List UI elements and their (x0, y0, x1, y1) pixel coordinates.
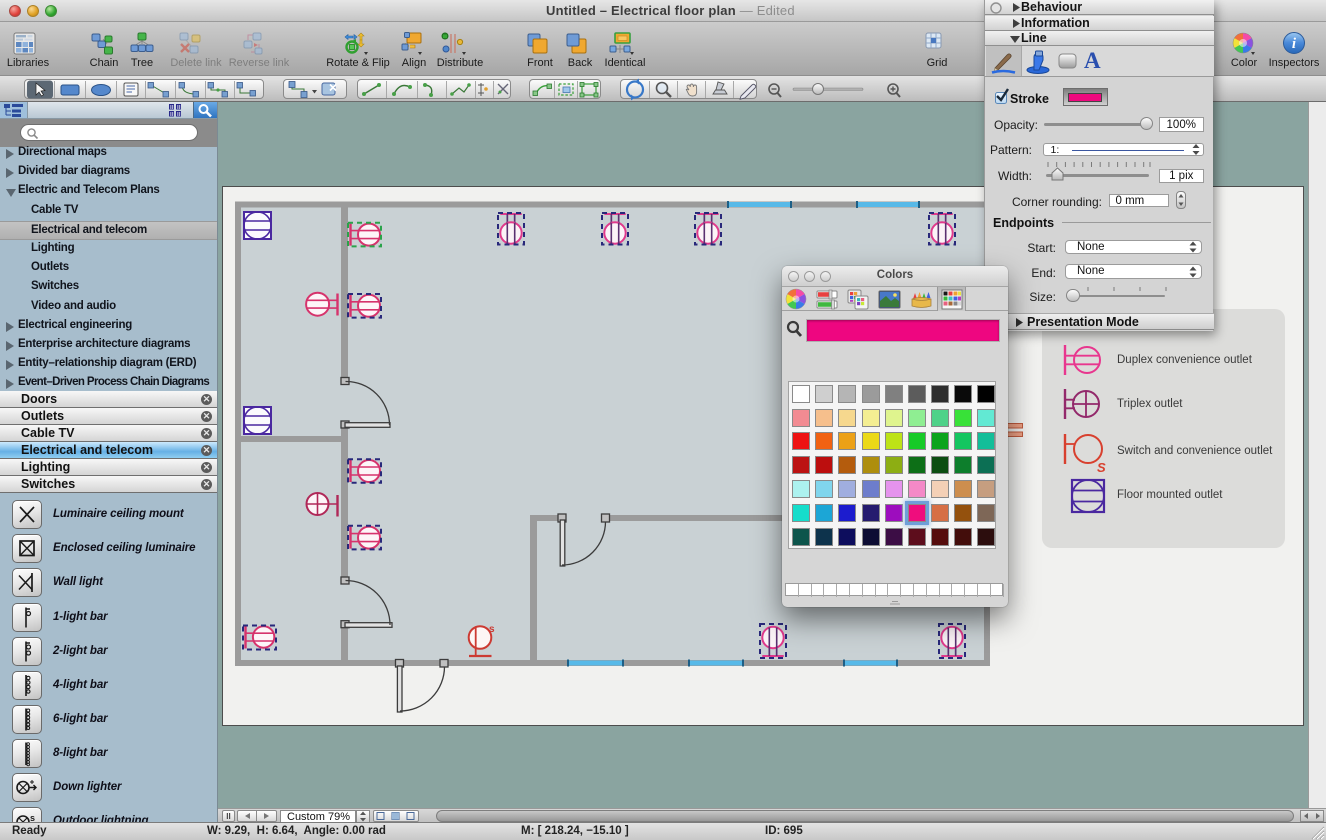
svg-text:s: s (30, 813, 35, 822)
svg-text:S: S (1097, 460, 1106, 475)
